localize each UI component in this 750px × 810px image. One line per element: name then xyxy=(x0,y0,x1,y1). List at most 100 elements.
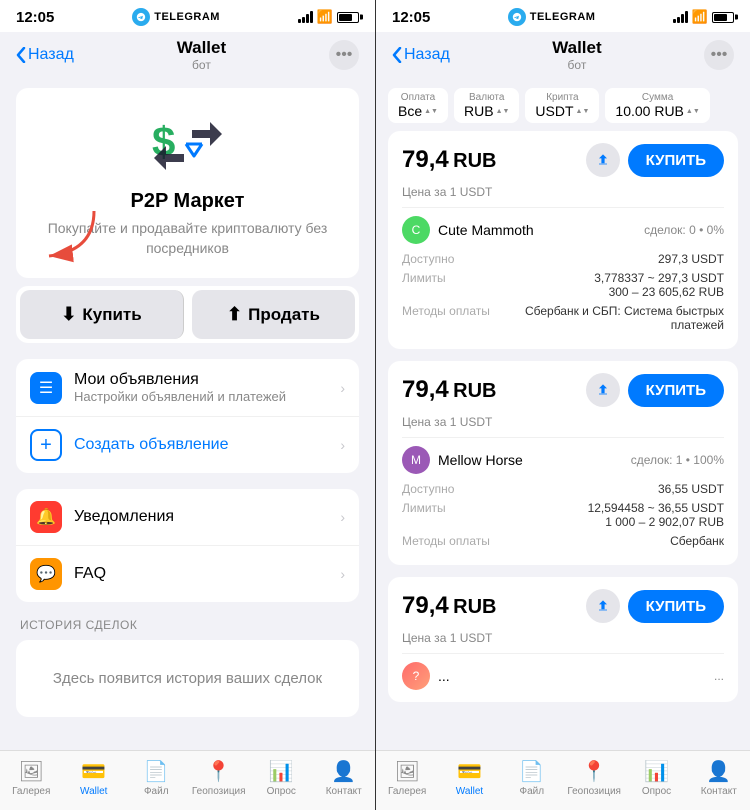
hero-section: $ P2P Маркет Покупайте и продавайте крип… xyxy=(16,88,359,278)
tab-contact-left[interactable]: 👤 Контакт xyxy=(313,759,376,797)
tab-gallery-right[interactable]: 🖼 Галерея xyxy=(376,759,438,797)
sell-button[interactable]: ⬆ Продать xyxy=(192,290,355,339)
seller-avatar-3: ? xyxy=(402,662,430,690)
seller-avatar-1: C xyxy=(402,216,430,244)
tab-file-right[interactable]: 📄 Файл xyxy=(501,759,563,797)
buy-offer-3-button[interactable]: КУПИТЬ xyxy=(628,590,724,623)
tab-file-left[interactable]: 📄 Файл xyxy=(125,759,188,797)
p2p-market-icon: $ xyxy=(148,112,228,182)
filter-payment[interactable]: Оплата Все ▲▼ xyxy=(388,88,448,123)
offer-details-3: ? ... ... xyxy=(388,654,738,702)
gallery-tab-icon: 🖼 xyxy=(19,759,44,784)
offer-price-1: 79,4 RUB xyxy=(402,146,497,174)
buy-sell-row: ⬇ Купить ⬆ Продать xyxy=(16,286,359,343)
seller-info-3: ? ... xyxy=(402,662,450,690)
offer-sub-3: Цена за 1 USDT xyxy=(388,631,738,653)
gallery-tab-icon-r: 🖼 xyxy=(394,759,419,784)
buy-offer-2-button[interactable]: КУПИТЬ xyxy=(628,374,724,407)
notifications-icon: 🔔 xyxy=(30,501,62,533)
notifications-section: 🔔 Уведомления › 💬 FAQ › xyxy=(16,489,359,602)
geo-tab-icon: 📍 xyxy=(206,759,231,784)
offer-actions-2: КУПИТЬ xyxy=(586,373,724,407)
share-button-1[interactable] xyxy=(586,143,620,177)
buy-button[interactable]: ⬇ Купить xyxy=(20,290,184,339)
listings-text: Мои объявления Настройки объявлений и пл… xyxy=(74,371,340,404)
history-empty-card: Здесь появится история ваших сделок xyxy=(16,640,359,717)
hero-subtitle: Покупайте и продавайте криптовалюту без … xyxy=(32,219,343,258)
filter-amount[interactable]: Сумма 10.00 RUB ▲▼ xyxy=(605,88,709,123)
tab-geo-right[interactable]: 📍 Геопозиция xyxy=(563,759,625,797)
buy-offer-1-button[interactable]: КУПИТЬ xyxy=(628,144,724,177)
available-row-1: Доступно 297,3 USDT xyxy=(402,252,724,266)
wallet-tab-icon-r: 💳 xyxy=(457,759,482,784)
tab-poll-right[interactable]: 📊 Опрос xyxy=(625,759,687,797)
tab-poll-left[interactable]: 📊 Опрос xyxy=(250,759,313,797)
faq-item[interactable]: 💬 FAQ › xyxy=(16,546,359,602)
battery-icon-right xyxy=(712,12,734,23)
telegram-icon-right xyxy=(508,8,526,26)
more-button-left[interactable]: ••• xyxy=(329,40,359,70)
offer-header-1: 79,4 RUB КУПИТЬ xyxy=(388,131,738,185)
offer-actions-1: КУПИТЬ xyxy=(586,143,724,177)
right-screen: 12:05 TELEGRAM 📶 Назад xyxy=(375,0,750,810)
poll-tab-icon: 📊 xyxy=(269,759,294,784)
notifications-item[interactable]: 🔔 Уведомления › xyxy=(16,489,359,546)
tab-contact-right[interactable]: 👤 Контакт xyxy=(688,759,750,797)
seller-avatar-2: M xyxy=(402,446,430,474)
status-icons-right: 📶 xyxy=(673,9,734,25)
seller-row-2: M Mellow Horse сделок: 1 • 100% xyxy=(402,446,724,474)
status-bar-left: 12:05 TELEGRAM 📶 xyxy=(0,0,375,32)
tab-bar-right: 🖼 Галерея 💳 Wallet 📄 Файл 📍 Геопозиция 📊… xyxy=(376,750,750,810)
offer-card-2: 79,4 RUB КУПИТЬ Цена за 1 USDT xyxy=(388,361,738,565)
more-button-right[interactable]: ••• xyxy=(704,40,734,70)
offer-card-1: 79,4 RUB КУПИТЬ Цена за 1 USDT xyxy=(388,131,738,349)
time-right: 12:05 xyxy=(392,9,430,26)
carrier-left: TELEGRAM xyxy=(154,11,220,23)
content-left: $ P2P Маркет Покупайте и продавайте крип… xyxy=(0,80,375,750)
back-button-left[interactable]: Назад xyxy=(16,46,74,64)
limits-row-1: Лимиты 3,778337 ~ 297,3 USDT 300 – 23 60… xyxy=(402,271,724,299)
contact-tab-icon-r: 👤 xyxy=(706,759,731,784)
my-listings-item[interactable]: ☰ Мои объявления Настройки объявлений и … xyxy=(16,359,359,417)
header-right: Назад Wallet бот ••• xyxy=(376,32,750,80)
left-screen: 12:05 TELEGRAM 📶 Назад xyxy=(0,0,375,810)
faq-label: FAQ xyxy=(74,565,340,583)
seller-row-1: C Cute Mammoth сделок: 0 • 0% xyxy=(402,216,724,244)
back-button-right[interactable]: Назад xyxy=(392,46,450,64)
history-label: ИСТОРИЯ СДЕЛОК xyxy=(16,618,359,632)
limits-row-2: Лимиты 12,594458 ~ 36,55 USDT 1 000 – 2 … xyxy=(402,501,724,529)
offer-sub-1: Цена за 1 USDT xyxy=(388,185,738,207)
create-icon: + xyxy=(30,429,62,461)
offer-price-2: 79,4 RUB xyxy=(402,376,497,404)
offer-header-2: 79,4 RUB КУПИТЬ xyxy=(388,361,738,415)
notif-label: Уведомления xyxy=(74,508,340,526)
offer-card-3: 79,4 RUB КУПИТЬ Цена за 1 USDT xyxy=(388,577,738,702)
seller-info-2: M Mellow Horse xyxy=(402,446,523,474)
create-listing-item[interactable]: + Создать объявление › xyxy=(16,417,359,473)
tab-wallet-right[interactable]: 💳 Wallet xyxy=(438,759,500,797)
share-button-2[interactable] xyxy=(586,373,620,407)
chevron-create: › xyxy=(340,437,345,453)
wallet-tab-icon: 💳 xyxy=(81,759,106,784)
filter-crypto[interactable]: Крипта USDT ▲▼ xyxy=(525,88,599,123)
carrier-right: TELEGRAM xyxy=(530,11,596,23)
telegram-icon-left xyxy=(132,8,150,26)
filter-bar: Оплата Все ▲▼ Валюта RUB ▲▼ Крипта USDT … xyxy=(376,80,750,131)
file-tab-icon-r: 📄 xyxy=(519,759,544,784)
create-text: Создать объявление xyxy=(74,436,340,454)
offer-actions-3: КУПИТЬ xyxy=(586,589,724,623)
header-center-right: Wallet бот xyxy=(552,38,601,72)
header-left: Назад Wallet бот ••• xyxy=(0,32,375,80)
chevron-faq: › xyxy=(340,566,345,582)
payment-row-2: Методы оплаты Сбербанк xyxy=(402,534,724,548)
tab-geo-left[interactable]: 📍 Геопозиция xyxy=(188,759,251,797)
available-row-2: Доступно 36,55 USDT xyxy=(402,482,724,496)
contact-tab-icon: 👤 xyxy=(331,759,356,784)
tab-wallet-left[interactable]: 💳 Wallet xyxy=(63,759,126,797)
share-button-3[interactable] xyxy=(586,589,620,623)
filter-currency[interactable]: Валюта RUB ▲▼ xyxy=(454,88,519,123)
tab-gallery-left[interactable]: 🖼 Галерея xyxy=(0,759,63,797)
status-icons-left: 📶 xyxy=(298,9,359,25)
seller-info-1: C Cute Mammoth xyxy=(402,216,534,244)
time-left: 12:05 xyxy=(16,9,54,26)
